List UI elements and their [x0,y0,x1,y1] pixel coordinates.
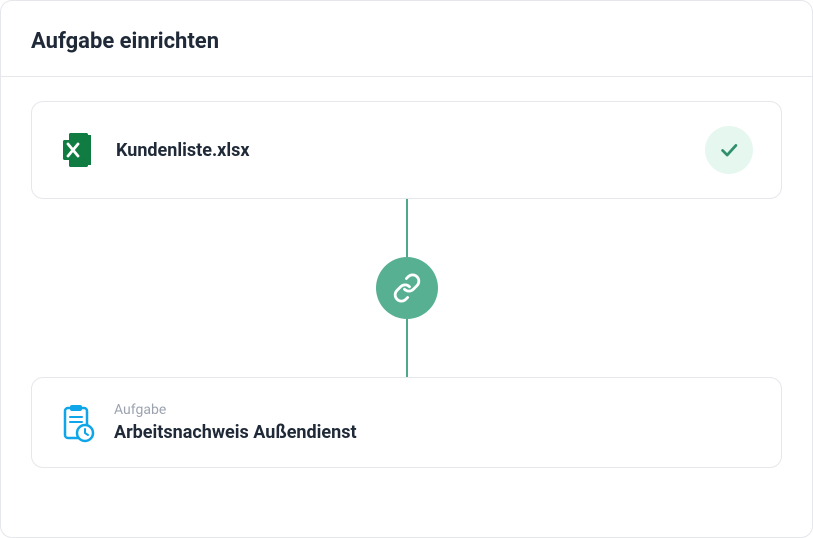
task-title: Arbeitsnachweis Außendienst [114,422,357,443]
target-task-card[interactable]: Aufgabe Arbeitsnachweis Außendienst [31,377,782,468]
connector [31,199,782,377]
panel-header: Aufgabe einrichten [1,1,812,77]
clipboard-clock-icon [60,403,96,443]
setup-task-panel: Aufgabe einrichten Kundenliste.xlsx [0,0,813,538]
panel-content: Kundenliste.xlsx [1,77,812,498]
status-badge [705,126,753,174]
link-node[interactable] [376,257,438,319]
check-icon [718,139,740,161]
source-file-name: Kundenliste.xlsx [116,140,705,161]
excel-file-icon [60,131,98,169]
task-label: Aufgabe [114,402,357,418]
task-text-block: Aufgabe Arbeitsnachweis Außendienst [114,402,357,443]
link-icon [392,273,422,303]
page-title: Aufgabe einrichten [31,29,782,54]
source-file-card[interactable]: Kundenliste.xlsx [31,101,782,199]
connector-line-bottom [406,319,408,377]
connector-line-top [406,199,408,257]
